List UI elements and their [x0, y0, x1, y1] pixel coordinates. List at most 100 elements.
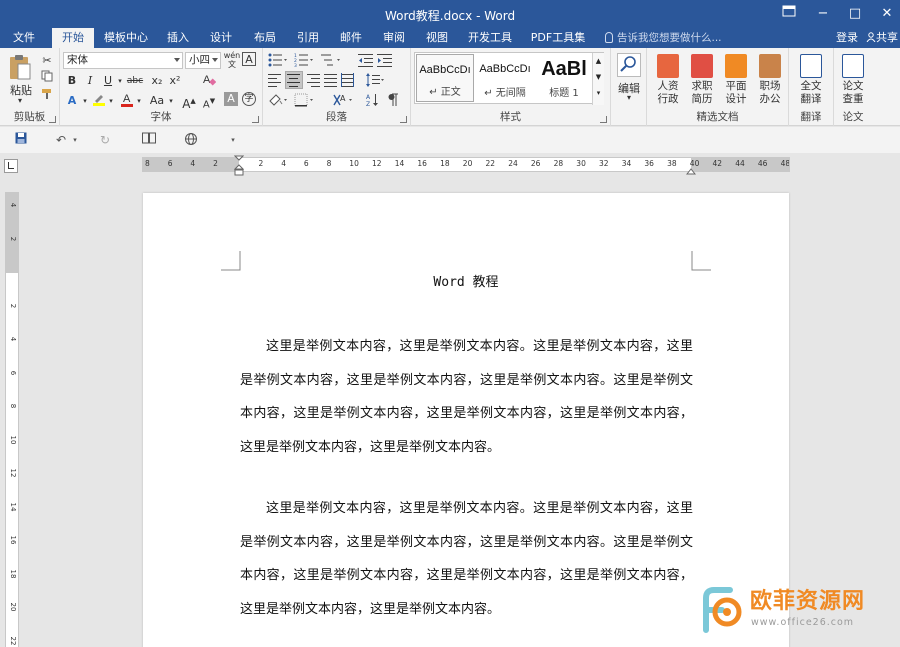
align-right-icon[interactable]: [307, 73, 321, 90]
shading-icon[interactable]: [268, 93, 290, 110]
align-left-icon[interactable]: [268, 73, 282, 90]
text-effects-icon[interactable]: A: [63, 92, 81, 110]
tab-layout[interactable]: 布局: [247, 28, 283, 48]
minimize-button[interactable]: −: [808, 5, 838, 23]
hr-admin-button[interactable]: 人资 行政: [651, 52, 685, 112]
resume-button[interactable]: 求职 简历: [685, 52, 719, 112]
show-marks-icon[interactable]: [387, 93, 399, 110]
tab-insert[interactable]: 插入: [160, 28, 196, 48]
bold-button[interactable]: B: [63, 72, 81, 90]
tab-template-center[interactable]: 模板中心: [100, 28, 152, 48]
styles-more-icon[interactable]: ▾: [593, 85, 604, 101]
vruler-tick: 18: [9, 569, 17, 578]
style-heading-1[interactable]: AaBl 标题 1: [535, 54, 593, 102]
login-link[interactable]: 登录: [836, 28, 858, 48]
group-featured-docs: 人资 行政 求职 简历 平面 设计 职场 办公 精选文档: [647, 48, 789, 126]
change-case-dropdown-icon[interactable]: ▾: [166, 92, 176, 110]
styles-scroll[interactable]: ▲ ▼ ▾: [592, 53, 604, 105]
font-name-combo[interactable]: 宋体: [63, 52, 183, 69]
ruler-tick: 22: [485, 159, 496, 168]
borders-icon[interactable]: [294, 93, 316, 110]
find-icon[interactable]: [617, 53, 641, 77]
paste-button[interactable]: [8, 54, 32, 85]
graphic-design-button[interactable]: 平面 设计: [719, 52, 753, 112]
share-button[interactable]: 共享: [866, 28, 898, 48]
subscript-button[interactable]: x₂: [148, 72, 166, 90]
clear-format-icon[interactable]: A: [200, 72, 218, 90]
tab-mailings[interactable]: 邮件: [333, 28, 369, 48]
bullets-icon[interactable]: [268, 53, 290, 70]
document-paragraph-2[interactable]: 这里是举例文本内容，这里是举例文本内容。这里是举例文本内容，这里是举例文本内容，…: [240, 492, 693, 626]
vertical-ruler[interactable]: 4 2 2 4 6 8 10 12 14 16 18 20 22: [5, 192, 19, 647]
tab-references[interactable]: 引用: [290, 28, 326, 48]
italic-button[interactable]: I: [81, 72, 99, 90]
ribbon-display-icon[interactable]: [774, 5, 804, 23]
copy-icon[interactable]: [38, 70, 56, 88]
font-launcher-icon[interactable]: [252, 116, 259, 123]
paragraph-launcher-icon[interactable]: [400, 116, 407, 123]
editing-dropdown-icon[interactable]: ▾: [611, 93, 647, 102]
tab-file[interactable]: 文件: [4, 28, 44, 48]
vruler-tick: 22: [9, 636, 17, 645]
sort-icon[interactable]: AZ: [366, 93, 380, 110]
web-layout-icon[interactable]: [182, 132, 200, 148]
strikethrough-button[interactable]: abc: [124, 72, 146, 90]
tab-design[interactable]: 设计: [203, 28, 239, 48]
style-no-spacing-preview: AaBbCcDı: [479, 63, 531, 75]
numbering-icon[interactable]: 123: [294, 53, 316, 70]
tab-pdf-tools[interactable]: PDF工具集: [527, 28, 589, 48]
first-line-indent-icon[interactable]: [233, 155, 245, 180]
char-border-box-icon[interactable]: A: [242, 52, 256, 66]
format-painter-icon[interactable]: [38, 88, 56, 106]
grow-font-button[interactable]: A▲: [180, 92, 198, 111]
office-button[interactable]: 职场 办公: [753, 52, 787, 112]
tab-developer[interactable]: 开发工具: [463, 28, 517, 48]
superscript-button[interactable]: x²: [166, 72, 184, 90]
close-button[interactable]: ✕: [872, 5, 900, 23]
decrease-indent-icon[interactable]: [358, 53, 374, 70]
scroll-down-icon[interactable]: ▼: [593, 69, 604, 85]
styles-launcher-icon[interactable]: [600, 116, 607, 123]
undo-dropdown-icon[interactable]: ▾: [66, 132, 84, 148]
justify-icon[interactable]: [324, 73, 338, 90]
document-page[interactable]: Word 教程 这里是举例文本内容，这里是举例文本内容。这里是举例文本内容，这里…: [143, 193, 789, 647]
style-normal[interactable]: AaBbCcDı ↵ 正文: [416, 54, 474, 102]
tab-home[interactable]: 开始: [52, 28, 94, 48]
align-center-button[interactable]: [285, 71, 303, 89]
paste-dropdown-icon[interactable]: ▾: [16, 96, 24, 105]
multilevel-list-icon[interactable]: [321, 53, 343, 70]
align-center-icon: [287, 74, 300, 87]
enclose-char-icon[interactable]: 字: [242, 92, 256, 106]
customize-qat-icon[interactable]: ▾: [224, 132, 242, 148]
right-indent-icon[interactable]: [685, 165, 697, 178]
text-effects-dropdown-icon[interactable]: ▾: [80, 92, 90, 110]
highlight-dropdown-icon[interactable]: ▾: [106, 92, 116, 110]
increase-indent-icon[interactable]: [377, 53, 393, 70]
distributed-icon[interactable]: [341, 73, 355, 90]
maximize-button[interactable]: □: [840, 5, 870, 23]
tab-view[interactable]: 视图: [419, 28, 455, 48]
vruler-tick: 6: [9, 370, 17, 375]
read-mode-icon[interactable]: [140, 132, 158, 148]
document-paragraph-1[interactable]: 这里是举例文本内容，这里是举例文本内容。这里是举例文本内容，这里是举例文本内容，…: [240, 330, 693, 464]
font-size-combo[interactable]: 小四: [185, 52, 221, 69]
cut-icon[interactable]: ✂: [38, 52, 56, 70]
font-color-dropdown-icon[interactable]: ▾: [134, 92, 144, 110]
full-translate-button[interactable]: 全文 翻译: [794, 52, 828, 112]
clipboard-launcher-icon[interactable]: [49, 116, 56, 123]
paper-check-button[interactable]: 论文 查重: [836, 52, 870, 112]
asian-layout-icon[interactable]: A: [333, 93, 355, 110]
document-title[interactable]: Word 教程: [143, 271, 789, 290]
tab-review[interactable]: 审阅: [376, 28, 412, 48]
change-case-button[interactable]: Aa: [146, 92, 168, 110]
save-icon[interactable]: [12, 132, 30, 148]
scroll-up-icon[interactable]: ▲: [593, 53, 604, 69]
redo-icon[interactable]: ↻: [96, 132, 114, 148]
shrink-font-button[interactable]: A▼: [200, 92, 218, 110]
tab-selector-icon[interactable]: [4, 159, 18, 173]
char-shading-icon[interactable]: A: [224, 92, 238, 106]
phonetic-guide-icon[interactable]: wén 文: [223, 51, 241, 69]
line-spacing-icon[interactable]: [366, 73, 386, 90]
tell-me-box[interactable]: 告诉我您想要做什么...: [605, 28, 722, 48]
style-no-spacing[interactable]: AaBbCcDı ↵ 无间隔: [476, 54, 534, 102]
